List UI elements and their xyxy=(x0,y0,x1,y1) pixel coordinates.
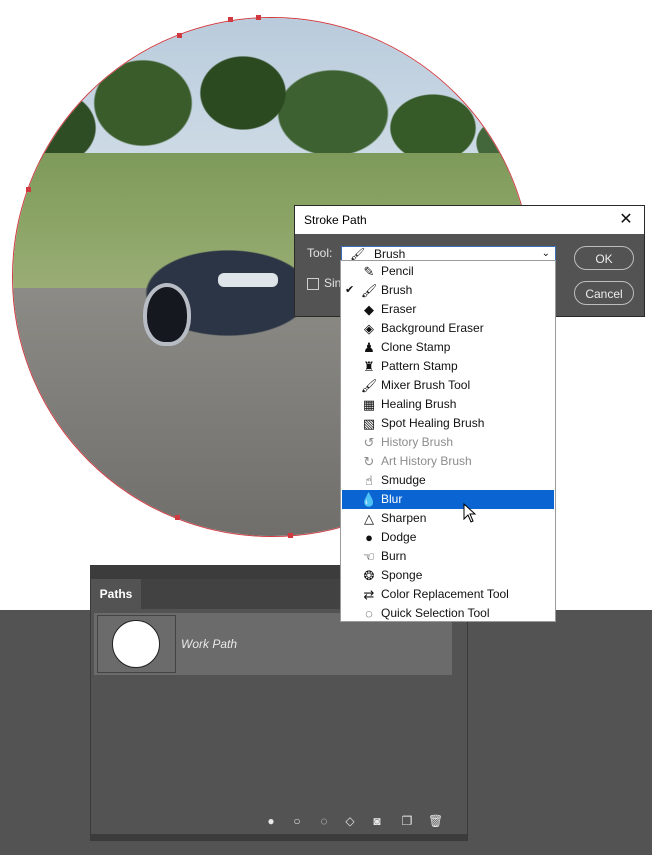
chevron-down-icon: ⌄ xyxy=(541,248,550,259)
dropdown-item-label: Smudge xyxy=(381,473,426,487)
dropdown-item-brush[interactable]: ✔ 🖌 Brush xyxy=(342,281,554,300)
dropdown-item-sponge[interactable]: ❂ Sponge xyxy=(342,566,554,585)
dropdown-item-history-brush: ↺ History Brush xyxy=(342,433,554,452)
color-replacement-icon: ⇄ xyxy=(363,587,375,602)
dropdown-item-label: Blur xyxy=(381,492,403,506)
background-eraser-icon: ◈ xyxy=(364,321,374,336)
car-grille xyxy=(143,283,191,346)
panel-bottombar xyxy=(91,834,467,840)
healing-brush-icon: ▦ xyxy=(362,397,376,412)
blur-icon: 💧 xyxy=(360,492,378,507)
mixer-brush-icon: 🖌 xyxy=(360,378,378,393)
cancel-button[interactable]: Cancel xyxy=(574,281,634,305)
dropdown-item-burn[interactable]: ☜ Burn xyxy=(342,547,554,566)
close-icon[interactable]: ✕ xyxy=(616,210,636,230)
brush-icon: 🖌 xyxy=(350,247,366,261)
dropdown-item-label: Eraser xyxy=(381,302,417,316)
smudge-icon: ☝ xyxy=(365,473,373,488)
brush-icon: 🖌 xyxy=(360,283,378,298)
dropdown-item-label: Quick Selection Tool xyxy=(381,606,490,620)
dropdown-item-healing-brush[interactable]: ▦ Healing Brush xyxy=(342,395,554,414)
path-anchor-point[interactable] xyxy=(26,187,31,192)
dropdown-item-label: Mixer Brush Tool xyxy=(381,378,471,392)
tool-label: Tool: xyxy=(307,246,333,260)
dropdown-item-smudge[interactable]: ☝ Smudge xyxy=(342,471,554,490)
circle-thumbnail-icon xyxy=(112,620,160,668)
dropdown-item-art-history-brush: ↻ Art History Brush xyxy=(342,452,554,471)
path-thumbnail xyxy=(97,615,176,673)
dropdown-item-label: Sharpen xyxy=(381,511,427,525)
spot-healing-brush-icon: ▧ xyxy=(362,416,376,431)
new-path-icon[interactable]: ❐ xyxy=(400,814,414,828)
burn-icon: ☜ xyxy=(363,549,375,564)
add-mask-icon[interactable]: ◙ xyxy=(370,814,384,828)
dropdown-item-pencil[interactable]: ✎ Pencil xyxy=(342,262,554,281)
simulate-pressure-label: Sin xyxy=(324,276,342,290)
dropdown-item-color-replacement-tool[interactable]: ⇄ Color Replacement Tool xyxy=(342,585,554,604)
sponge-icon: ❂ xyxy=(363,568,375,583)
mouse-cursor-icon xyxy=(463,503,477,523)
pencil-icon: ✎ xyxy=(363,264,375,279)
quick-selection-icon: ◌ xyxy=(365,606,373,621)
clone-stamp-icon: ♟ xyxy=(363,340,375,355)
path-anchor-point[interactable] xyxy=(228,17,233,22)
dropdown-item-spot-healing-brush[interactable]: ▧ Spot Healing Brush xyxy=(342,414,554,433)
ok-button[interactable]: OK xyxy=(574,246,634,270)
path-anchor-point[interactable] xyxy=(175,515,180,520)
tab-paths[interactable]: Paths xyxy=(91,579,141,610)
eraser-icon: ◆ xyxy=(364,302,374,317)
dropdown-item-dodge[interactable]: ● Dodge xyxy=(342,528,554,547)
dodge-icon: ● xyxy=(365,530,373,545)
simulate-pressure-checkbox[interactable] xyxy=(307,278,319,290)
dropdown-item-label: Clone Stamp xyxy=(381,340,451,354)
dropdown-item-quick-selection-tool[interactable]: ◌ Quick Selection Tool xyxy=(342,604,554,623)
load-selection-icon[interactable]: ◌ xyxy=(317,814,331,828)
dropdown-item-label: Burn xyxy=(381,549,407,563)
dropdown-item-label: Brush xyxy=(381,283,413,297)
stroke-path-icon[interactable]: ○ xyxy=(290,814,304,828)
path-name: Work Path xyxy=(181,637,238,651)
path-anchor-point[interactable] xyxy=(288,533,293,538)
delete-path-icon[interactable]: 🗑 xyxy=(428,814,443,828)
panel-footer: ● ○ ◌ ◇ ◙ ❐ 🗑 xyxy=(91,810,467,832)
history-brush-icon: ↺ xyxy=(363,435,375,450)
fill-path-icon[interactable]: ● xyxy=(264,814,278,828)
art-history-brush-icon: ↻ xyxy=(363,454,375,469)
dropdown-item-label: Art History Brush xyxy=(381,454,472,468)
dropdown-item-label: Healing Brush xyxy=(381,397,457,411)
sharpen-icon: △ xyxy=(364,511,374,526)
dropdown-item-label: Color Replacement Tool xyxy=(381,587,509,601)
pattern-stamp-icon: ♜ xyxy=(363,359,375,374)
dropdown-item-label: Dodge xyxy=(381,530,417,544)
path-anchor-point[interactable] xyxy=(177,33,182,38)
dropdown-item-label: Background Eraser xyxy=(381,321,484,335)
dropdown-item-label: Pattern Stamp xyxy=(381,359,458,373)
dropdown-item-pattern-stamp[interactable]: ♜ Pattern Stamp xyxy=(342,357,554,376)
dropdown-item-sharpen[interactable]: △ Sharpen xyxy=(342,509,554,528)
make-work-path-icon[interactable]: ◇ xyxy=(343,814,357,828)
dropdown-item-clone-stamp[interactable]: ♟ Clone Stamp xyxy=(342,338,554,357)
dropdown-item-mixer-brush-tool[interactable]: 🖌 Mixer Brush Tool xyxy=(342,376,554,395)
tool-select-value: Brush xyxy=(374,247,406,261)
dropdown-item-label: Pencil xyxy=(381,264,414,278)
dropdown-item-blur[interactable]: 💧 Blur xyxy=(342,490,554,509)
checkmark-icon: ✔ xyxy=(345,284,355,296)
dialog-title: Stroke Path xyxy=(304,213,367,227)
dropdown-item-eraser[interactable]: ◆ Eraser xyxy=(342,300,554,319)
dialog-titlebar[interactable]: Stroke Path ✕ xyxy=(295,206,644,234)
dropdown-item-label: History Brush xyxy=(381,435,454,449)
dropdown-item-background-eraser[interactable]: ◈ Background Eraser xyxy=(342,319,554,338)
tool-dropdown-list: ✎ Pencil ✔ 🖌 Brush ◆ Eraser ◈ Background Eraser ♟… xyxy=(340,260,556,622)
dropdown-item-label: Sponge xyxy=(381,568,423,582)
car-headlight xyxy=(218,273,278,287)
dropdown-item-label: Spot Healing Brush xyxy=(381,416,485,430)
path-anchor-point[interactable] xyxy=(256,15,261,20)
